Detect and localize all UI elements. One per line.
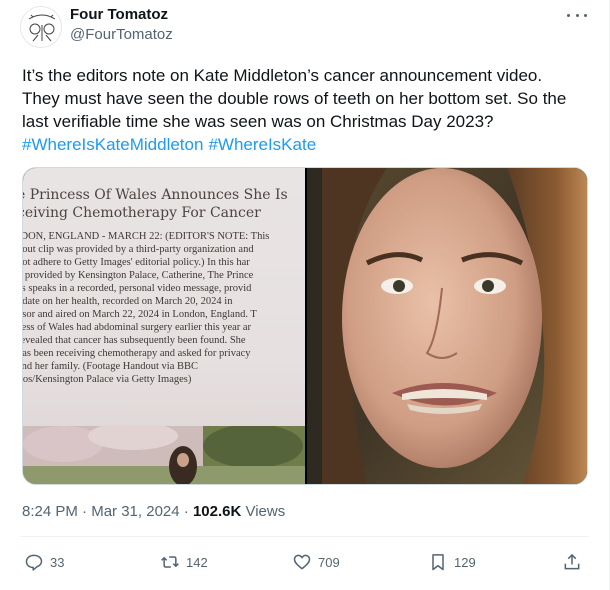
more-dot [567,13,570,17]
views-count: 102.6K [192,503,242,520]
views-label: Views [241,503,286,520]
garden-scene-image [23,422,305,484]
share-button[interactable] [562,548,582,576]
tweet-text-line: They must have seen the double rows of t… [22,89,567,108]
tweet-date[interactable]: Mar 31, 2024 [91,503,179,520]
article-caption: IDON, ENGLAND - MARCH 22: (EDITOR'S NOTE… [23,230,269,386]
bookmark-icon [432,554,444,571]
article-caption-line: o provided by Kensington Palace, Catheri… [23,270,254,281]
heart-icon [293,554,311,570]
garden-photo-strip [23,422,305,484]
article-caption-line: IDON, ENGLAND - MARCH 22: (EDITOR'S NOTE… [23,231,270,242]
author-avatar[interactable] [20,6,62,48]
like-count: 709 [318,554,340,570]
bookmark-button[interactable]: 129 [428,548,476,576]
article-caption-line: and her family. (Footage Handout via BBC [23,361,198,372]
meta-separator: · [77,503,92,520]
article-caption-line: pdate on her health, recorded on March 2… [23,296,233,307]
media-image-article-screenshot[interactable]: e Princess Of Wales Announces She Is cei… [23,168,305,484]
article-caption-line: lios/Kensington Palace via Getty Images) [23,374,192,385]
reply-icon [25,554,43,571]
tweet-text-line: last verifiable time she was seen was on… [22,112,494,131]
retweet-button[interactable]: 142 [160,548,208,576]
retweet-icon [161,556,179,568]
tweet-card: Four Tomatoz @FourTomatoz It’s the edito… [0,0,610,590]
article-caption-line: cess of Wales had abdominal surgery earl… [23,322,252,333]
more-options-icon[interactable] [567,8,587,22]
reply-count: 33 [50,554,65,570]
like-button[interactable]: 709 [292,548,340,576]
tweet-text-line: It’s the editors note on Kate Middleton’… [22,66,543,85]
tweet-meta: 8:24 PM · Mar 31, 2024 · 102.6K Views [22,503,285,520]
article-caption-line: dout clip was provided by a third-party … [23,244,254,255]
article-caption-line: not adhere to Getty Images' editorial po… [23,257,250,268]
tweet-time[interactable]: 8:24 PM [22,503,78,520]
article-caption-line: has been receiving chemotherapy and aske… [23,348,251,359]
author-display-name[interactable]: Four Tomatoz [70,6,168,23]
meta-separator: · [179,503,193,520]
hashtag-line: #WhereIsKateMiddleton #WhereIsKate [22,133,592,156]
hashtag-link[interactable]: #WhereIsKate [208,135,316,154]
tomato-sketch-icon [21,7,61,47]
article-title-line: ceiving Chemotherapy For Cancer [23,205,261,221]
media-grid: e Princess Of Wales Announces She Is cei… [22,167,588,485]
bookmark-count: 129 [454,554,476,570]
retweet-count: 142 [186,554,208,570]
article-caption-line: es speaks in a recorded, personal video … [23,283,252,294]
article-title: e Princess Of Wales Announces She Is cei… [23,186,288,222]
more-dot [575,13,579,17]
action-bar: 33 142 709 129 [20,548,590,576]
divider [20,536,589,537]
reply-button[interactable]: 33 [24,548,64,576]
share-icon [564,553,580,570]
tweet-text: It’s the editors note on Kate Middleton’… [22,64,592,156]
article-title-line: e Princess Of Wales Announces She Is [23,187,288,203]
article-caption-line: dsor and aired on March 22, 2024 in Lond… [23,309,257,320]
author-handle[interactable]: @FourTomatoz [70,26,173,43]
face-closeup-image [307,168,587,484]
article-caption-line: revealed that cancer has subsequently be… [23,335,246,346]
hashtag-link[interactable]: #WhereIsKateMiddleton [22,135,203,154]
media-image-face-closeup[interactable] [307,168,587,484]
more-dot [584,13,587,17]
